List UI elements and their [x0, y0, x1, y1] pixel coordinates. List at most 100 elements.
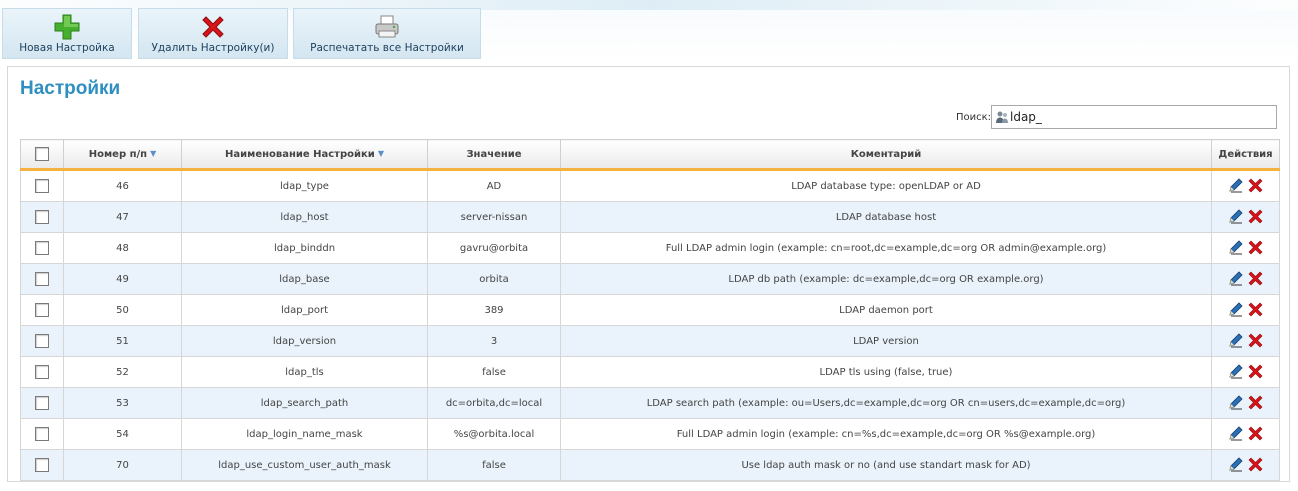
row-checkbox[interactable]	[35, 179, 49, 193]
cell-comment: LDAP search path (example: ou=Users,dc=e…	[560, 387, 1212, 419]
pencil-icon[interactable]	[1228, 456, 1244, 472]
red-x-icon[interactable]	[1247, 425, 1264, 441]
row-select-cell[interactable]	[20, 356, 64, 388]
pencil-icon[interactable]	[1228, 208, 1244, 224]
pencil-icon[interactable]	[1228, 270, 1244, 286]
plus-icon	[54, 14, 80, 40]
row-checkbox[interactable]	[35, 334, 49, 348]
red-x-icon[interactable]	[1247, 208, 1264, 224]
row-select-cell[interactable]	[20, 449, 64, 481]
row-checkbox[interactable]	[35, 241, 49, 255]
cell-name: ldap_host	[181, 201, 428, 233]
cell-actions	[1211, 418, 1280, 450]
cell-actions	[1211, 356, 1280, 388]
column-header-number-label: Номер п/п	[88, 148, 148, 160]
cell-actions	[1211, 232, 1280, 264]
cell-value: dc=orbita,dc=local	[427, 387, 561, 419]
table-row: 47 ldap_host server-nissan LDAP database…	[20, 201, 1280, 233]
select-all-header[interactable]	[20, 139, 64, 171]
red-x-icon[interactable]	[1247, 270, 1264, 286]
column-header-name[interactable]: Наименование Настройки ▼	[181, 139, 428, 171]
cell-value: AD	[427, 169, 561, 202]
cell-comment: Use ldap auth mask or no (and use standa…	[560, 449, 1212, 481]
red-x-icon[interactable]	[1247, 301, 1264, 317]
pencil-icon[interactable]	[1228, 177, 1244, 193]
cell-value: %s@orbita.local	[427, 418, 561, 450]
search-field[interactable]	[991, 105, 1277, 129]
pencil-icon[interactable]	[1228, 425, 1244, 441]
delete-setting-label: Удалить Настройку(и)	[151, 42, 275, 54]
cell-actions	[1211, 387, 1280, 419]
row-checkbox[interactable]	[35, 210, 49, 224]
row-checkbox[interactable]	[35, 458, 49, 472]
red-x-icon[interactable]	[1247, 456, 1264, 472]
cell-number: 49	[63, 263, 182, 295]
table-row: 53 ldap_search_path dc=orbita,dc=local L…	[20, 387, 1280, 419]
search-input[interactable]	[1010, 108, 1270, 126]
row-select-cell[interactable]	[20, 325, 64, 357]
cell-value: false	[427, 449, 561, 481]
cell-value: 389	[427, 294, 561, 326]
cell-number: 47	[63, 201, 182, 233]
cell-comment: LDAP version	[560, 325, 1212, 357]
cell-value: false	[427, 356, 561, 388]
search-label: Поиск:	[956, 112, 992, 123]
table-row: 54 ldap_login_name_mask %s@orbita.local …	[20, 418, 1280, 450]
settings-table: Номер п/п ▼ Наименование Настройки ▼ Значе…	[20, 139, 1280, 481]
red-x-icon[interactable]	[1247, 394, 1264, 410]
print-all-settings-button[interactable]: Распечатать все Настройки	[293, 8, 481, 59]
pencil-icon[interactable]	[1228, 332, 1244, 348]
column-header-value[interactable]: Значение	[427, 139, 561, 171]
row-select-cell[interactable]	[20, 387, 64, 419]
settings-panel: Настройки Поиск: Номер п/п▼ Наименование…	[7, 66, 1290, 482]
delete-setting-button[interactable]: Удалить Настройку(и)	[138, 8, 288, 59]
cell-name: ldap_tls	[181, 356, 428, 388]
row-select-cell[interactable]	[20, 169, 64, 202]
print-all-settings-label: Распечатать все Настройки	[310, 42, 464, 54]
red-x-icon	[202, 16, 224, 38]
select-all-checkbox[interactable]	[35, 147, 49, 161]
row-select-cell[interactable]	[20, 232, 64, 264]
toolbar: Новая Настройка Удалить Настройку(и) Рас…	[0, 0, 1298, 62]
cell-number: 70	[63, 449, 182, 481]
cell-actions	[1211, 169, 1280, 202]
cell-name: ldap_binddn	[181, 232, 428, 264]
cell-number: 52	[63, 356, 182, 388]
pencil-icon[interactable]	[1228, 239, 1244, 255]
cell-value: 3	[427, 325, 561, 357]
row-checkbox[interactable]	[35, 272, 49, 286]
printer-icon	[375, 15, 399, 38]
pencil-icon[interactable]	[1228, 363, 1244, 379]
row-select-cell[interactable]	[20, 263, 64, 295]
cell-name: ldap_port	[181, 294, 428, 326]
cell-number: 48	[63, 232, 182, 264]
row-select-cell[interactable]	[20, 201, 64, 233]
column-header-name-label: Наименование Настройки	[225, 148, 375, 160]
new-setting-label: Новая Настройка	[19, 42, 115, 54]
column-header-comment[interactable]: Коментарий	[560, 139, 1212, 171]
cell-comment: LDAP tls using (false, true)	[560, 356, 1212, 388]
table-header-row: Номер п/п ▼ Наименование Настройки ▼ Значе…	[20, 139, 1280, 171]
row-checkbox[interactable]	[35, 303, 49, 317]
cell-comment: Full LDAP admin login (example: cn=root,…	[560, 232, 1212, 264]
new-setting-button[interactable]: Новая Настройка	[2, 8, 132, 59]
red-x-icon[interactable]	[1247, 239, 1264, 255]
cell-comment: LDAP database type: openLDAP or AD	[560, 169, 1212, 202]
row-checkbox[interactable]	[35, 365, 49, 379]
red-x-icon[interactable]	[1247, 363, 1264, 379]
pencil-icon[interactable]	[1228, 301, 1244, 317]
cell-actions	[1211, 201, 1280, 233]
row-select-cell[interactable]	[20, 294, 64, 326]
column-header-number[interactable]: Номер п/п ▼	[63, 139, 182, 171]
row-select-cell[interactable]	[20, 418, 64, 450]
cell-number: 53	[63, 387, 182, 419]
row-checkbox[interactable]	[35, 396, 49, 410]
cell-comment: Full LDAP admin login (example: cn=%s,dc…	[560, 418, 1212, 450]
row-checkbox[interactable]	[35, 427, 49, 441]
red-x-icon[interactable]	[1247, 332, 1264, 348]
red-x-icon[interactable]	[1247, 177, 1264, 193]
pencil-icon[interactable]	[1228, 394, 1244, 410]
cell-value: server-nissan	[427, 201, 561, 233]
cell-comment: LDAP database host	[560, 201, 1212, 233]
cell-name: ldap_version	[181, 325, 428, 357]
